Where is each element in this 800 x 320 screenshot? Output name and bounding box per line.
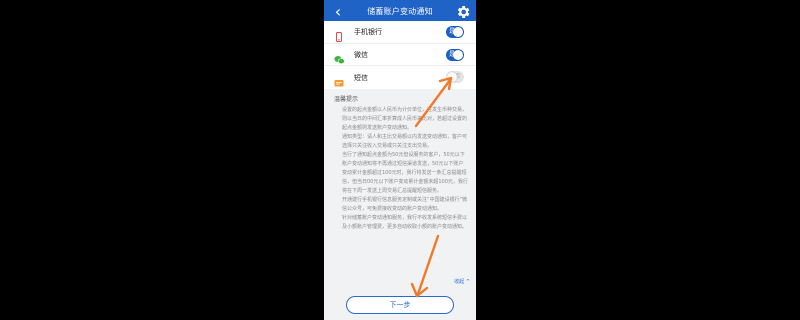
next-step-button[interactable]: 下一步 <box>346 296 454 314</box>
phone-icon <box>334 27 344 42</box>
tips-paragraph: 开通建行手机银行信息服务定制或关注“中国建设银行”微信公众号，可免费接收变动的账… <box>342 197 468 212</box>
channel-row-mobile-banking[interactable]: 手机银行 是 <box>324 21 476 44</box>
phone-screen: ‹ 储蓄账户变动通知 手机银行 是 微信 是 短信 否 温馨提示 设置的起点金额… <box>324 0 476 320</box>
channel-label: 手机银行 <box>354 27 382 36</box>
toggle-knob <box>453 27 463 37</box>
tips-paragraph: 设置的起点金额以人民币为计价单位，在发生币种交易，则以当日的中间汇率折算成人民币… <box>342 107 468 131</box>
tips-body: 设置的起点金额以人民币为计价单位，在发生币种交易，则以当日的中间汇率折算成人民币… <box>334 106 468 232</box>
channel-row-sms[interactable]: 短信 否 <box>324 66 476 89</box>
channel-row-wechat[interactable]: 微信 是 <box>324 44 476 67</box>
tips-heading: 温馨提示 <box>334 96 359 103</box>
sms-icon <box>334 73 344 87</box>
wechat-toggle[interactable]: 是 <box>446 48 464 61</box>
tips-paragraph: 当行了通知起点金额为50元但设服务的客户，50元以下账户变动通知将不再通过短信渠… <box>342 152 468 194</box>
tips-section: 温馨提示 设置的起点金额以人民币为计价单位，在发生币种交易，则以当日的中间汇率折… <box>334 94 468 232</box>
toggle-knob <box>453 49 463 60</box>
collapse-link[interactable]: 收起 ^ <box>454 278 470 285</box>
back-arrow-icon[interactable]: ‹ <box>330 3 346 21</box>
sms-toggle[interactable]: 否 <box>446 71 464 84</box>
channel-label: 微信 <box>354 50 368 59</box>
notification-channel-list: 手机银行 是 微信 是 短信 否 <box>324 21 476 90</box>
mobile-banking-toggle[interactable]: 是 <box>446 26 464 38</box>
gear-icon[interactable] <box>455 4 471 20</box>
wechat-icon <box>334 50 345 64</box>
tips-paragraph: 通知类型：请人和主比交易额以内发送变动通知，客户可选择只关注收入交易或只关注支出… <box>342 134 468 149</box>
channel-label: 短信 <box>354 73 368 82</box>
tips-paragraph: 针对储蓄账户变动通知服务，我行不收发系统短信手费以及小额账户管理费，更多自动收取… <box>342 215 468 230</box>
